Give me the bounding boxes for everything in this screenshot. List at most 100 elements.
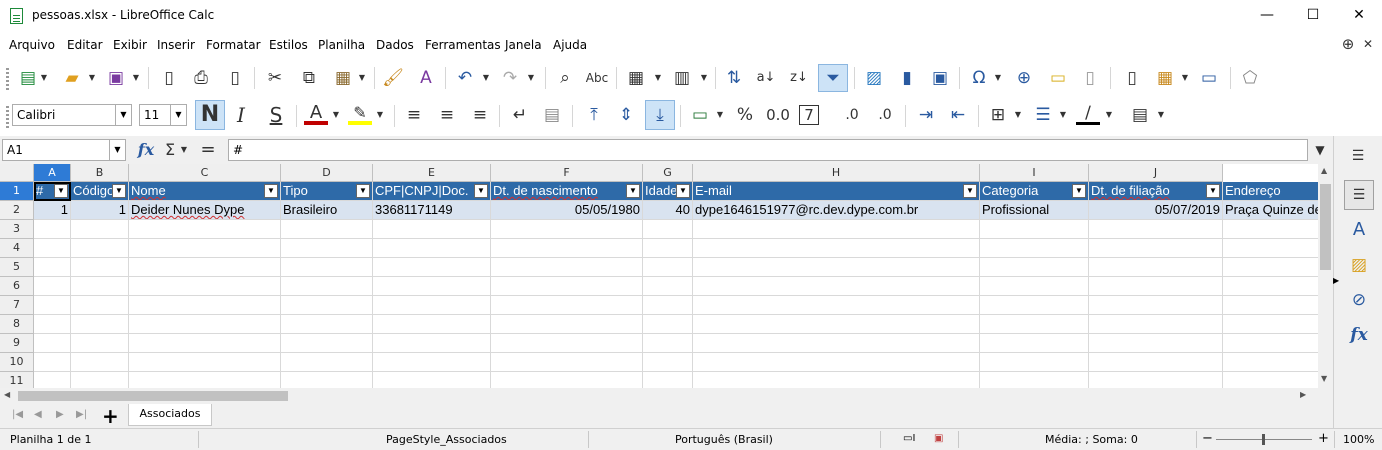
insert-image-icon[interactable]: ▨	[862, 66, 886, 90]
menu-editar[interactable]: Editar	[67, 38, 103, 52]
empty-cell[interactable]	[980, 239, 1089, 258]
autofilter-button-icon[interactable]: ▼	[356, 184, 370, 198]
clear-formatting-icon[interactable]: A	[414, 66, 438, 90]
add-sheet-icon[interactable]: +	[102, 404, 119, 428]
table-header-cell[interactable]: E-mail ▼	[693, 182, 980, 201]
sort-descending-icon[interactable]: z↓	[787, 66, 811, 90]
empty-cell[interactable]	[1089, 315, 1223, 334]
row-header-11[interactable]: 11	[0, 372, 34, 388]
zoom-in-icon[interactable]: +	[1318, 431, 1329, 446]
empty-cell[interactable]	[34, 315, 71, 334]
menu-inserir[interactable]: Inserir	[157, 38, 195, 52]
close-document-icon[interactable]: ✕	[1356, 32, 1380, 56]
empty-cell[interactable]	[693, 315, 980, 334]
empty-cell[interactable]	[281, 372, 373, 388]
date-format-icon[interactable]: 7	[799, 105, 819, 125]
table-row-cell[interactable]: 40	[643, 201, 693, 220]
table-row-cell[interactable]: Deider Nunes Dype	[129, 201, 281, 220]
empty-cell[interactable]	[71, 315, 129, 334]
font-name-combo[interactable]: Calibri ▼	[12, 104, 132, 126]
table-row-cell[interactable]: 05/05/1980	[491, 201, 643, 220]
status-language[interactable]: Português (Brasil)	[675, 433, 773, 446]
save-dropdown-icon[interactable]: ▼	[132, 66, 140, 90]
empty-cell[interactable]	[373, 372, 491, 388]
row-header-5[interactable]: 5	[0, 258, 34, 277]
save-icon[interactable]: ▣	[104, 66, 128, 90]
paste-icon[interactable]: ▦	[331, 66, 355, 90]
empty-cell[interactable]	[980, 277, 1089, 296]
table-header-cell[interactable]: Categoria ▼	[980, 182, 1089, 201]
formula-input[interactable]: #	[228, 139, 1308, 161]
next-sheet-icon[interactable]: ▶	[56, 409, 64, 420]
zoom-slider-handle[interactable]	[1262, 434, 1265, 445]
align-left-icon[interactable]: ≡	[402, 103, 426, 127]
column-header-a[interactable]: A	[34, 164, 71, 182]
underline-button[interactable]: S	[264, 103, 288, 127]
row-header-4[interactable]: 4	[0, 239, 34, 258]
row-header-1[interactable]: 1	[0, 182, 34, 201]
column-header-b[interactable]: B	[71, 164, 129, 182]
autofilter-button-icon[interactable]: ▼	[626, 184, 640, 198]
empty-cell[interactable]	[980, 315, 1089, 334]
percent-format-icon[interactable]: %	[733, 103, 757, 127]
borders-dropdown-icon[interactable]: ▼	[1014, 103, 1022, 127]
empty-cell[interactable]	[693, 277, 980, 296]
empty-cell[interactable]	[1223, 372, 1318, 388]
empty-cell[interactable]	[491, 220, 643, 239]
prev-sheet-icon[interactable]: ◀	[34, 409, 42, 420]
redo-dropdown-icon[interactable]: ▼	[527, 66, 535, 90]
italic-button[interactable]: I	[229, 103, 253, 127]
autofilter-button-icon[interactable]: ▼	[676, 184, 690, 198]
empty-cell[interactable]	[693, 220, 980, 239]
empty-cell[interactable]	[693, 353, 980, 372]
column-header-d[interactable]: D	[281, 164, 373, 182]
freeze-dropdown-icon[interactable]: ▼	[1181, 66, 1189, 90]
empty-cell[interactable]	[1223, 334, 1318, 353]
table-row-cell[interactable]: dype1646151977@rc.dev.dype.com.br	[693, 201, 980, 220]
horizontal-scrollbar[interactable]: ◀ ▶	[0, 388, 1318, 404]
font-size-combo[interactable]: 11 ▼	[139, 104, 187, 126]
functions-icon[interactable]: fx	[1347, 323, 1371, 347]
empty-cell[interactable]	[373, 277, 491, 296]
empty-cell[interactable]	[373, 315, 491, 334]
empty-cell[interactable]	[71, 353, 129, 372]
center-vertically-icon[interactable]: ⇕	[614, 103, 638, 127]
empty-cell[interactable]	[1089, 334, 1223, 353]
autofilter-button-icon[interactable]: ▼	[54, 184, 68, 198]
open-dropdown-icon[interactable]: ▼	[88, 66, 96, 90]
empty-cell[interactable]	[1223, 315, 1318, 334]
font-color-dropdown-icon[interactable]: ▼	[332, 103, 340, 127]
empty-cell[interactable]	[129, 315, 281, 334]
table-header-cell[interactable]: Idade ▼	[643, 182, 693, 201]
column-dropdown-icon[interactable]: ▼	[700, 66, 708, 90]
cut-icon[interactable]: ✂	[263, 66, 287, 90]
table-row-cell[interactable]: Profissional	[980, 201, 1089, 220]
empty-cell[interactable]	[643, 239, 693, 258]
table-header-cell[interactable]: Dt. de nascimento ▼	[491, 182, 643, 201]
table-header-cell[interactable]: CPF|CNPJ|Doc. ▼	[373, 182, 491, 201]
empty-cell[interactable]	[491, 296, 643, 315]
minimize-button[interactable]: —	[1244, 0, 1290, 32]
empty-cell[interactable]	[491, 277, 643, 296]
currency-dropdown-icon[interactable]: ▼	[716, 103, 724, 127]
define-print-area-icon[interactable]: ▯	[1120, 66, 1144, 90]
gallery-icon[interactable]: ▨	[1347, 253, 1371, 277]
autofilter-icon[interactable]: ⏷	[818, 64, 848, 92]
empty-cell[interactable]	[373, 258, 491, 277]
split-window-icon[interactable]: ▭	[1197, 66, 1221, 90]
print-icon[interactable]: ⎙	[189, 66, 213, 90]
row-dropdown-icon[interactable]: ▼	[654, 66, 662, 90]
row-header-8[interactable]: 8	[0, 315, 34, 334]
select-all-corner[interactable]	[0, 164, 34, 182]
empty-cell[interactable]	[34, 277, 71, 296]
copy-icon[interactable]: ⧉	[297, 66, 321, 90]
selection-mode-icon[interactable]: ▭I	[903, 433, 915, 444]
name-box-dropdown-icon[interactable]: ▼	[109, 140, 125, 160]
merge-center-icon[interactable]: ▤	[540, 103, 564, 127]
empty-cell[interactable]	[129, 334, 281, 353]
empty-cell[interactable]	[1089, 277, 1223, 296]
table-row-cell[interactable]: 1	[71, 201, 129, 220]
close-button[interactable]: ✕	[1336, 0, 1382, 32]
scroll-up-icon[interactable]: ▲	[1321, 166, 1327, 175]
empty-cell[interactable]	[643, 315, 693, 334]
